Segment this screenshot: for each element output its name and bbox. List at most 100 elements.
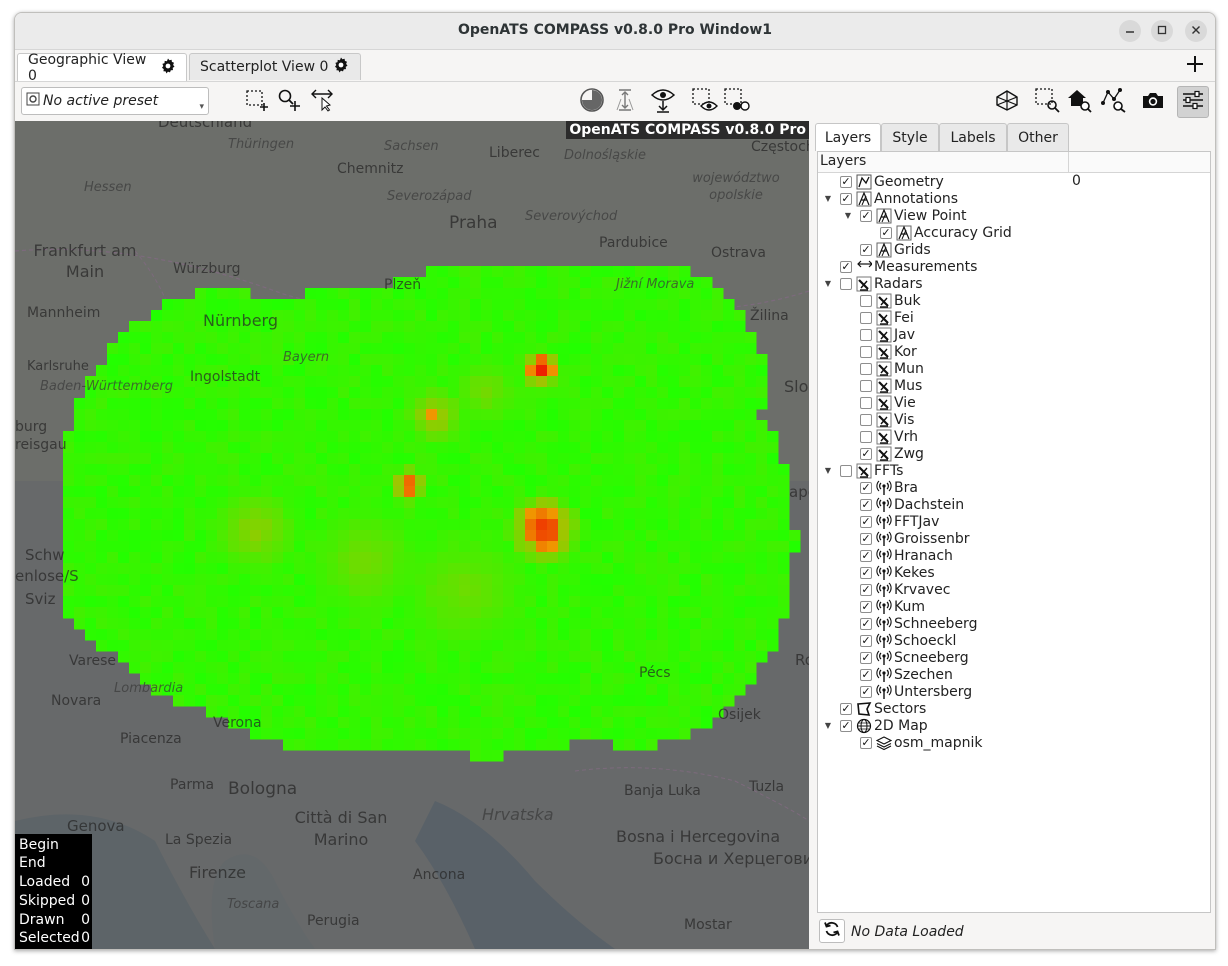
measure-button[interactable] bbox=[309, 88, 337, 116]
tree-item[interactable]: ✓ Dachstein bbox=[860, 496, 964, 513]
add-view-button[interactable] bbox=[1183, 54, 1207, 78]
layer-checkbox[interactable]: ✓ bbox=[860, 634, 872, 647]
tree-item[interactable]: ✓ FFTJav bbox=[860, 513, 939, 530]
tree-item[interactable]: ✓ Groissenbr bbox=[860, 530, 969, 547]
tab-style[interactable]: Style bbox=[881, 123, 939, 151]
refresh-button[interactable] bbox=[819, 919, 845, 943]
geographic-map-view[interactable]: Deutschland Thüringen Sachsen Liberec Do… bbox=[15, 121, 809, 949]
layer-checkbox[interactable]: ✓ bbox=[860, 617, 872, 630]
layer-checkbox[interactable]: ✓ bbox=[840, 719, 852, 732]
layer-checkbox[interactable]: ✓ bbox=[860, 549, 872, 562]
tree-item[interactable]: ✓ Schneeberg bbox=[860, 615, 977, 632]
layer-checkbox[interactable]: ✓ bbox=[860, 566, 872, 579]
tree-item[interactable]: Buk bbox=[860, 292, 921, 309]
tab-other[interactable]: Other bbox=[1007, 123, 1069, 151]
layer-checkbox[interactable] bbox=[860, 379, 872, 392]
tab-layers[interactable]: Layers bbox=[815, 123, 881, 151]
preset-dropdown[interactable]: No active preset ▾ bbox=[21, 87, 209, 115]
tree-item[interactable]: Vrh bbox=[860, 428, 918, 445]
settings-toggle-button[interactable] bbox=[1177, 86, 1209, 118]
zoom-rect-button[interactable] bbox=[1033, 88, 1061, 116]
gear-icon[interactable] bbox=[155, 58, 176, 78]
layer-checkbox[interactable] bbox=[860, 328, 872, 341]
tree-item[interactable]: ✓ Kum bbox=[860, 598, 925, 615]
layer-checkbox[interactable]: ✓ bbox=[860, 685, 872, 698]
tree-item[interactable]: Vie bbox=[860, 394, 916, 411]
layer-checkbox[interactable] bbox=[840, 277, 852, 290]
tree-item[interactable]: Mun bbox=[860, 360, 924, 377]
layer-checkbox[interactable]: ✓ bbox=[840, 192, 852, 205]
layer-checkbox[interactable]: ✓ bbox=[880, 226, 892, 239]
tree-item[interactable]: ✓ Annotations bbox=[840, 190, 958, 207]
tree-item[interactable]: ✓ Krvavec bbox=[860, 581, 950, 598]
tree-item[interactable]: ✓ Scneeberg bbox=[860, 649, 969, 666]
gear-icon[interactable] bbox=[328, 57, 349, 77]
tree-item[interactable]: ✓ Bra bbox=[860, 479, 918, 496]
layer-checkbox[interactable]: ✓ bbox=[860, 498, 872, 511]
layer-checkbox[interactable] bbox=[860, 345, 872, 358]
tree-item[interactable]: ✓ 2D Map bbox=[840, 717, 928, 734]
layer-checkbox[interactable] bbox=[860, 430, 872, 443]
tree-item[interactable]: FFTs bbox=[840, 462, 903, 479]
layer-checkbox[interactable] bbox=[860, 311, 872, 324]
layer-checkbox[interactable]: ✓ bbox=[840, 260, 852, 273]
tree-item[interactable]: ✓ Accuracy Grid bbox=[880, 224, 1012, 241]
layer-checkbox[interactable]: ✓ bbox=[840, 175, 852, 188]
tree-item[interactable]: ✓ Geometry bbox=[840, 173, 944, 190]
minimize-button[interactable] bbox=[1119, 20, 1141, 42]
layers-tree[interactable]: Layers ✓ Geometry 0 ▼ ✓ Annotations ▼ ✓ View Poi… bbox=[817, 151, 1211, 913]
tree-item[interactable]: ✓ Kekes bbox=[860, 564, 935, 581]
layer-checkbox[interactable]: ✓ bbox=[860, 243, 872, 256]
tree-item[interactable]: ✓ Schoeckl bbox=[860, 632, 956, 649]
tree-item[interactable]: Radars bbox=[840, 275, 923, 292]
tab-labels[interactable]: Labels bbox=[939, 123, 1007, 151]
tree-item[interactable]: Vis bbox=[860, 411, 914, 428]
select-dots-button[interactable] bbox=[723, 88, 751, 116]
title-bar[interactable]: OpenATS COMPASS v0.8.0 Pro Window1 bbox=[15, 13, 1215, 50]
tree-item[interactable]: ✓ Hranach bbox=[860, 547, 953, 564]
maximize-button[interactable] bbox=[1151, 20, 1173, 42]
layer-checkbox[interactable] bbox=[860, 413, 872, 426]
layer-checkbox[interactable] bbox=[840, 464, 852, 477]
tab-geographic-view[interactable]: Geographic View 0 bbox=[17, 52, 187, 84]
zoom-data-button[interactable] bbox=[1099, 88, 1127, 116]
layer-checkbox[interactable]: ✓ bbox=[860, 651, 872, 664]
close-button[interactable] bbox=[1185, 20, 1207, 42]
layer-checkbox[interactable] bbox=[860, 362, 872, 375]
tree-expander-chevron-icon[interactable]: ▼ bbox=[843, 207, 853, 224]
tree-item[interactable]: ✓ osm_mapnik bbox=[860, 734, 982, 751]
tab-scatterplot-view[interactable]: Scatterplot View 0 bbox=[189, 53, 361, 80]
tree-item[interactable]: Fei bbox=[860, 309, 914, 326]
3d-view-button[interactable] bbox=[993, 88, 1021, 116]
layer-checkbox[interactable]: ✓ bbox=[860, 736, 872, 749]
tree-expander-chevron-icon[interactable]: ▼ bbox=[823, 190, 833, 207]
select-point-add-button[interactable] bbox=[275, 88, 303, 116]
layer-checkbox[interactable] bbox=[860, 294, 872, 307]
select-rect-button[interactable] bbox=[243, 88, 271, 116]
layer-checkbox[interactable]: ✓ bbox=[840, 702, 852, 715]
tree-item[interactable]: ✓ Untersberg bbox=[860, 683, 972, 700]
layer-checkbox[interactable] bbox=[860, 396, 872, 409]
select-eye-button[interactable] bbox=[691, 88, 719, 116]
screenshot-button[interactable] bbox=[1139, 88, 1167, 116]
tree-item[interactable]: ✓ Grids bbox=[860, 241, 931, 258]
layer-checkbox[interactable]: ✓ bbox=[860, 668, 872, 681]
height-filter-button[interactable] bbox=[611, 88, 639, 116]
tree-expander-chevron-icon[interactable]: ▼ bbox=[823, 462, 833, 479]
layer-checkbox[interactable]: ✓ bbox=[860, 600, 872, 613]
layer-checkbox[interactable]: ✓ bbox=[860, 532, 872, 545]
tree-item[interactable]: Mus bbox=[860, 377, 922, 394]
tree-item[interactable]: ✓ Sectors bbox=[840, 700, 926, 717]
tree-item[interactable]: Kor bbox=[860, 343, 917, 360]
tree-expander-chevron-icon[interactable]: ▼ bbox=[823, 275, 833, 292]
layer-checkbox[interactable]: ✓ bbox=[860, 447, 872, 460]
layer-checkbox[interactable]: ✓ bbox=[860, 583, 872, 596]
layer-checkbox[interactable]: ✓ bbox=[860, 481, 872, 494]
tree-item[interactable]: ✓ Measurements bbox=[840, 258, 977, 275]
home-zoom-button[interactable] bbox=[1065, 88, 1093, 116]
tree-item[interactable]: ✓ Szechen bbox=[860, 666, 953, 683]
layer-checkbox[interactable]: ✓ bbox=[860, 209, 872, 222]
layer-checkbox[interactable]: ✓ bbox=[860, 515, 872, 528]
eye-download-button[interactable] bbox=[649, 88, 677, 116]
tree-expander-chevron-icon[interactable]: ▼ bbox=[823, 717, 833, 734]
